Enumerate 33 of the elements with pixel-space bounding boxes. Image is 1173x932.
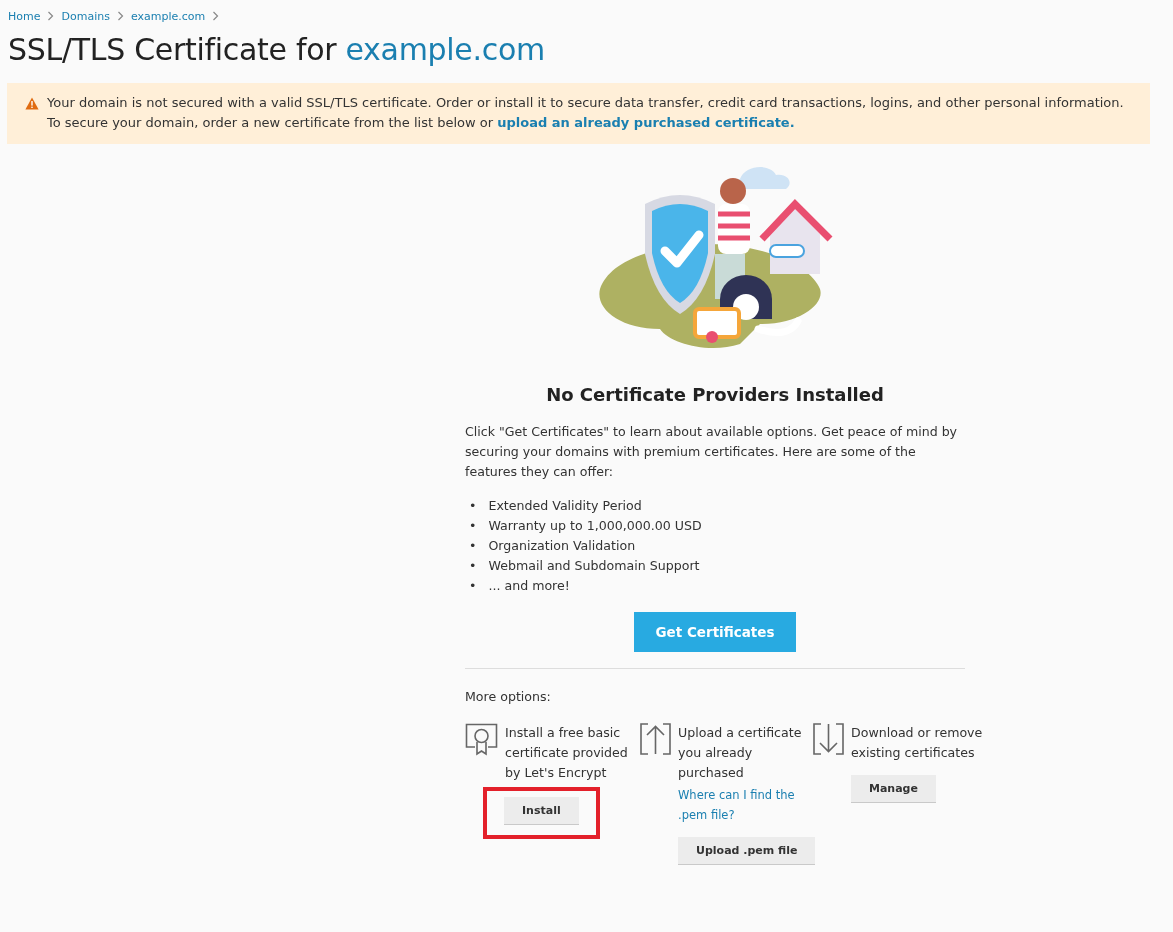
get-certificates-button[interactable]: Get Certificates	[633, 612, 797, 652]
download-icon	[813, 723, 844, 755]
option-description: Upload a certificate you already purchased	[678, 724, 803, 782]
list-bullet: •	[469, 557, 477, 575]
feature-item: Warranty up to 1,000,000.00 USD	[488, 517, 702, 535]
list-bullet: •	[469, 577, 477, 595]
list-bullet: •	[469, 517, 477, 535]
feature-item: ... and more!	[488, 577, 570, 595]
empty-state-heading: No Certificate Providers Installed	[545, 385, 885, 405]
option-description: Download or remove existing certificates	[851, 724, 984, 762]
list-bullet: •	[469, 497, 477, 515]
breadcrumb-link[interactable]: Domains	[61, 9, 110, 23]
chevron-right-icon	[47, 11, 55, 21]
certificate-icon	[465, 723, 498, 756]
feature-item: Webmail and Subdomain Support	[488, 557, 700, 575]
breadcrumb-link[interactable]: example.com	[130, 9, 206, 23]
empty-state-description: Click "Get Certificates" to learn about available options. Get peace of mind by securing your domains with premium certificates. Here are some of the features they can offer:	[465, 423, 959, 481]
page-title: SSL/TLS Certificate for example.com	[8, 32, 546, 67]
chevron-right-icon	[212, 11, 220, 21]
option-description: Install a free basic certificate provided by Let's Encrypt	[505, 724, 629, 782]
feature-item: Extended Validity Period	[488, 497, 642, 515]
option-button[interactable]: Install	[504, 797, 579, 825]
option-button[interactable]: Upload .pem file	[678, 837, 816, 865]
feature-item: Organization Validation	[488, 537, 636, 555]
chevron-right-icon	[116, 11, 124, 21]
option-button[interactable]: Manage	[851, 775, 936, 803]
upload-icon	[640, 723, 671, 755]
more-options-label: More options:	[465, 688, 552, 706]
list-bullet: •	[469, 537, 477, 555]
alert-message: Your domain is not secured with a valid SSL/TLS certificate. Order or install it to secure data transfer, credit card transactions, logins, and other personal information. To secure your domain, order a new certificate from the list below or upload an already purchased certificate.	[47, 94, 1124, 132]
breadcrumb-link[interactable]: Home	[8, 9, 41, 23]
upload-certificate-link[interactable]: upload an already purchased certificate.	[497, 115, 795, 130]
pem-help-link[interactable]: Where can I find the .pem file?	[678, 785, 813, 825]
